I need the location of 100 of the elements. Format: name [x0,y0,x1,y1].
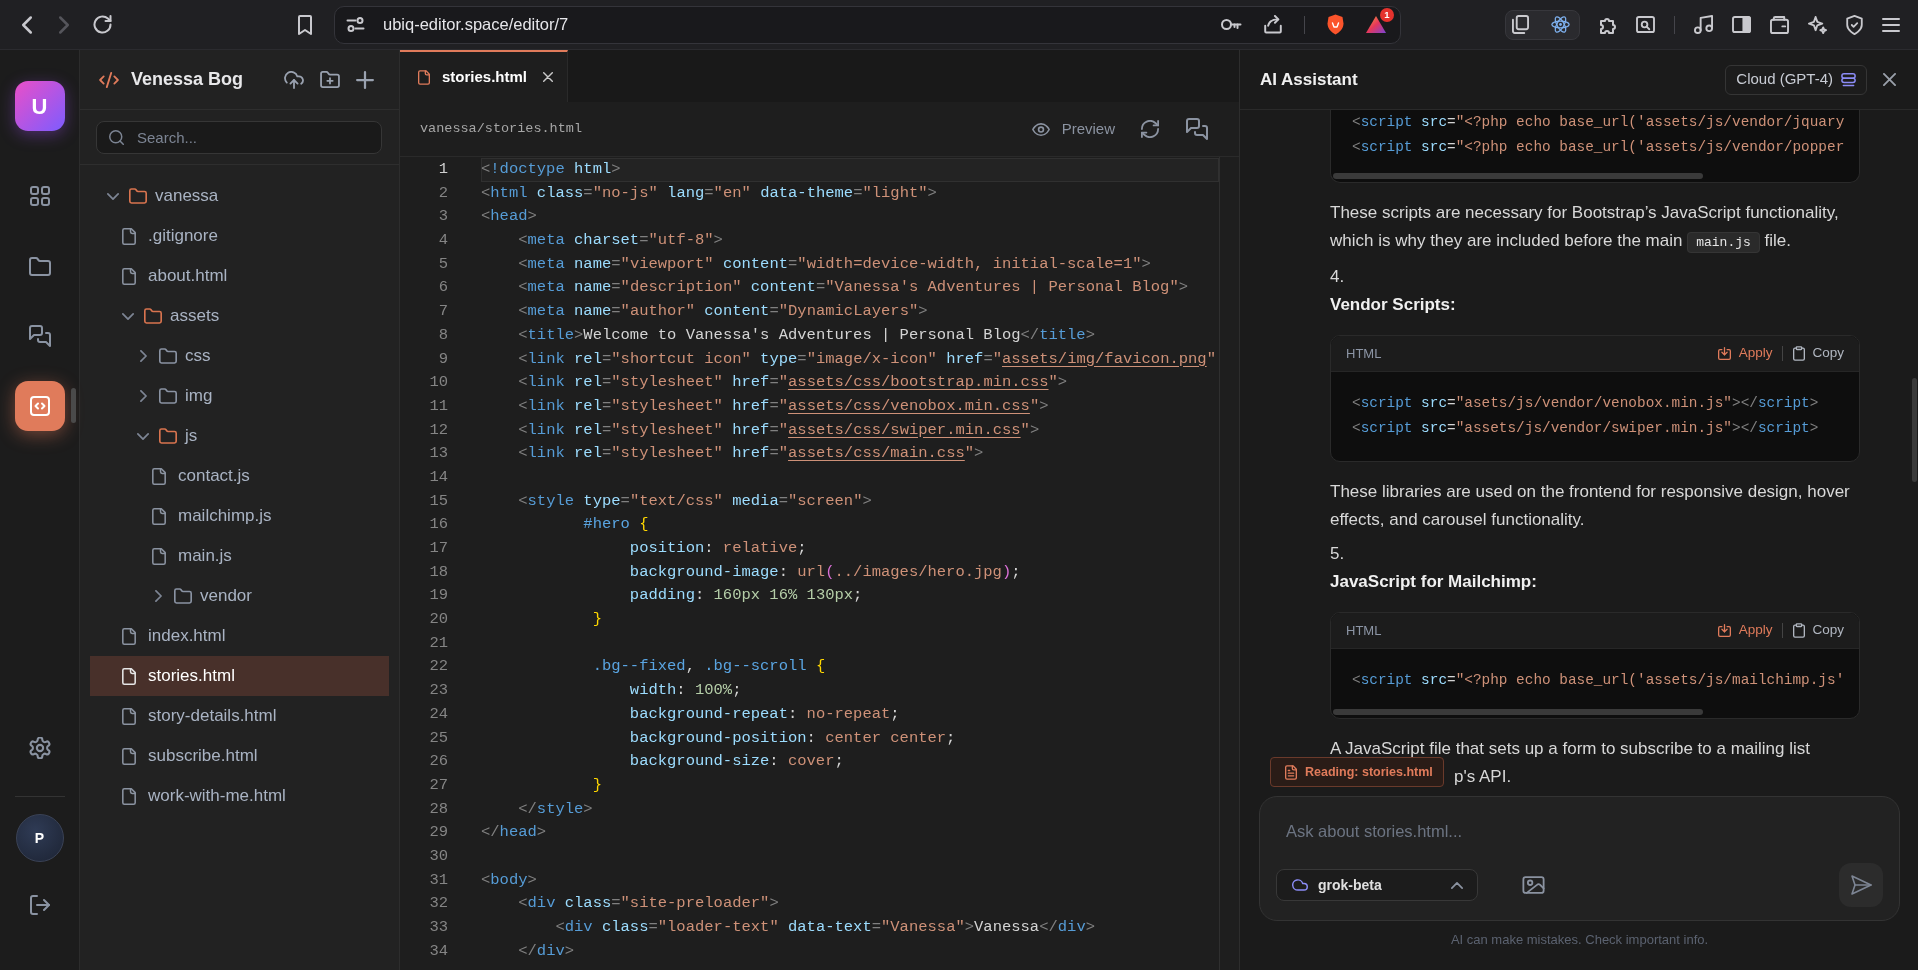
tree-item[interactable]: img [90,376,389,416]
scrollbar-thumb[interactable] [1333,709,1703,715]
code-line: </head> [481,823,547,842]
search-icon [109,130,124,145]
close-icon[interactable] [543,72,554,82]
tree-item[interactable]: vanessa [90,176,389,216]
code-line: padding: 160px 16% 130px; [629,586,863,605]
shield-icon[interactable] [1846,14,1863,35]
code-line: <meta charset="utf-8"> [518,231,723,250]
scrollbar-thumb[interactable] [1912,378,1917,482]
music-note-icon[interactable] [1694,15,1713,34]
tune-icon[interactable] [346,17,365,32]
apply-icon [1717,347,1731,360]
copy-button[interactable]: Copy [1793,620,1844,641]
tree-item[interactable]: assets [90,296,389,336]
code-line: <link rel="shortcut icon" type="image/x-icon" href="assets/img/favicon.png" [518,349,1216,368]
line-number: 31 [428,869,448,891]
bookmark-icon[interactable] [298,14,312,35]
code-icon [29,396,50,416]
refresh-icon[interactable] [1141,120,1159,138]
chat-input[interactable]: Ask about stories.html... [1276,816,1883,846]
preview-button[interactable]: Preview [1031,117,1115,141]
tree-item[interactable]: about.html [90,256,389,296]
list-heading: JavaScript for Mailchimp: [1330,571,1538,593]
line-number: 6 [437,277,448,299]
apply-button[interactable]: Apply [1717,343,1773,364]
folder-plus-icon[interactable] [320,71,340,88]
code-line: <!doctype html> [481,160,621,178]
clipboard-icon [1793,346,1806,361]
tree-item[interactable]: index.html [90,616,389,656]
settings-icon[interactable] [28,737,51,759]
file-text-icon [1285,764,1297,780]
file-icon [152,547,166,565]
screen-search-icon[interactable] [1636,16,1655,33]
chat-icon [28,325,51,347]
tree-item[interactable]: .gitignore [90,216,389,256]
cloud-upload-icon[interactable] [284,70,304,89]
copy-button[interactable]: Copy [1793,343,1844,364]
user-avatar[interactable]: P [15,814,64,862]
tree-item[interactable]: contact.js [90,456,389,496]
close-icon[interactable] [1883,73,1896,86]
reload-icon[interactable] [93,15,112,34]
code-line: <link rel="stylesheet" href="assets/css/main.css"> [518,444,984,463]
folder-icon [159,428,177,444]
line-number: 22 [428,656,448,678]
address-bar[interactable]: ubiq-editor.space/editor/7 1 [334,5,1401,44]
share-icon[interactable] [1264,15,1282,34]
file-tab[interactable]: stories.html [400,50,568,102]
code-line: <div class="site-preloader"> [518,894,779,913]
key-icon[interactable] [1221,19,1242,30]
code-line: <div class="loader-text" data-text="Vanessa">Vanessa</div> [555,918,1095,936]
line-number: 30 [428,845,448,867]
atom-icon[interactable] [1551,15,1570,34]
back-icon[interactable] [22,15,32,34]
line-number: 21 [428,632,448,654]
wallet-icon[interactable] [1770,15,1789,34]
sparkle-icon[interactable] [1808,15,1827,34]
line-number: 24 [428,703,448,725]
folder-icon [159,348,177,364]
message-paragraph: A JavaScript file that sets up a form to subscribe to a mailing list [1330,738,1811,760]
apply-button[interactable]: Apply [1717,620,1773,641]
cloud-icon [1292,879,1308,891]
plus-icon[interactable] [356,70,374,89]
puzzle-icon[interactable] [1599,15,1617,34]
tree-item[interactable]: main.js [90,536,389,576]
line-number: 19 [428,585,448,607]
image-icon[interactable] [1522,876,1545,894]
tree-item[interactable]: vendor [90,576,389,616]
search-field[interactable]: Search... [96,121,382,154]
code-line: <script src="assets/js/vendor/swiper.min.js"></script> [1352,420,1819,436]
notification-badge: 1 [1380,8,1394,22]
logout-icon[interactable] [29,895,50,915]
shield-icon[interactable] [1327,14,1344,35]
sidebar-icon[interactable] [1732,16,1751,33]
code-line: background-image: url(../images/hero.jpg); [629,562,1021,581]
code-line: } [592,610,602,629]
code-line: position: relative; [629,539,807,557]
tree-item[interactable]: story-details.html [90,696,389,736]
scrollbar-thumb[interactable] [1333,173,1703,179]
code-line: <script src="<?php echo base_url('assets/js/mailchimp.js' [1352,672,1845,688]
tree-item[interactable]: js [90,416,389,456]
tree-item[interactable]: stories.html [90,656,389,696]
tree-item[interactable]: css [90,336,389,376]
line-number: 17 [428,538,448,559]
line-number: 26 [428,751,448,773]
send-button[interactable] [1839,863,1883,907]
code-line: width: 100%; [629,681,742,700]
triangle-icon[interactable] [1366,16,1386,33]
sidebar-nav-button[interactable] [14,381,65,431]
message-paragraph: These scripts are necessary for Bootstrap’s JavaScript functionality, which is why they are included before the main main.js file. [1330,199,1860,257]
menu-icon[interactable] [1882,17,1900,32]
chat-icon[interactable] [1186,118,1208,140]
folder-icon [129,188,147,204]
tree-item[interactable]: subscribe.html [90,736,389,776]
documents-icon[interactable] [1512,15,1529,34]
tree-item[interactable]: mailchimp.js [90,496,389,536]
model-dropdown[interactable]: grok-beta [1276,869,1478,901]
tree-item[interactable]: work-with-me.html [90,776,389,816]
panel-title: AI Assistant [1260,68,1358,91]
model-badge[interactable]: Cloud (GPT-4) [1725,64,1867,95]
